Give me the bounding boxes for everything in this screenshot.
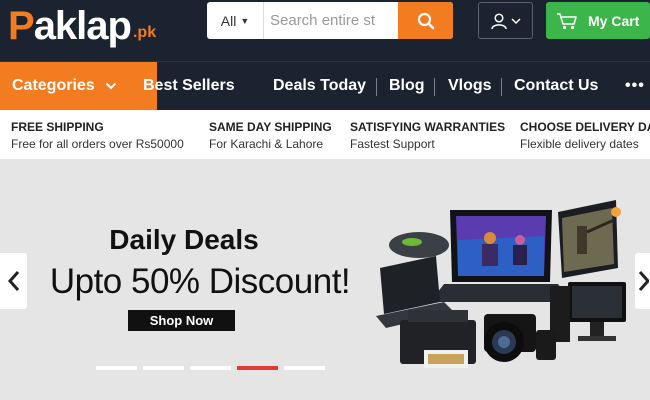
caret-down-icon: ▼ [240,15,250,26]
info-subtitle: For Karachi & Lahore [209,137,324,151]
nav-deals-today[interactable]: Deals Today [273,62,366,110]
search-button[interactable] [398,2,453,39]
carousel-dot[interactable] [284,366,325,370]
paklap-logo[interactable]: Paklap .pk [8,2,156,46]
chevron-down-icon [105,82,116,90]
search-category-label: All [220,12,237,29]
info-title: CHOOSE DELIVERY DAY [520,120,650,134]
nav-divider [501,78,502,96]
carousel-prev-button[interactable] [0,253,27,309]
carousel-indicators [96,366,325,370]
nav-more-menu[interactable]: ••• [625,62,645,110]
info-delivery-day: CHOOSE DELIVERY DAY Flexible delivery da… [520,120,650,153]
user-icon [490,12,507,29]
chevron-down-icon [510,17,521,24]
logo-text: aklap [33,4,132,48]
carousel-next-button[interactable] [635,253,650,309]
search-input[interactable] [264,2,398,39]
carousel-dot-active[interactable] [237,366,278,370]
search-category-select[interactable]: All ▼ [207,2,264,39]
info-title: SATISFYING WARRANTIES [350,120,506,134]
my-cart-button[interactable]: My Cart [546,2,650,39]
banner-title: Daily Deals [109,224,259,255]
nav-vlogs[interactable]: Vlogs [448,62,492,110]
search-icon [417,12,434,29]
cart-label: My Cart [588,12,640,29]
nav-blog[interactable]: Blog [389,62,425,110]
logo-letter: P [8,4,35,48]
carousel-dot[interactable] [190,366,231,370]
banner-subtitle: Upto 50% Discount! [49,262,351,301]
search-bar: All ▼ [207,2,453,39]
cart-icon [557,12,577,29]
chevron-left-icon [7,271,19,291]
info-free-shipping: FREE SHIPPING Free for all orders over R… [11,120,184,153]
carousel-dot[interactable] [96,366,137,370]
nav-divider [376,78,377,96]
service-info-strip: FREE SHIPPING Free for all orders over R… [0,110,650,160]
categories-menu[interactable]: Categories [0,62,157,110]
shop-now-button[interactable]: Shop Now [128,310,235,331]
categories-label: Categories [12,77,95,94]
info-subtitle: Flexible delivery dates [520,137,639,151]
nav-divider [434,78,435,96]
main-nav: Categories Best Sellers Deals Today Blog… [0,61,650,110]
chevron-right-icon [638,271,649,291]
info-subtitle: Fastest Support [350,137,435,151]
info-subtitle: Free for all orders over Rs50000 [11,137,184,151]
top-header: Paklap .pk All ▼ My Cart [0,0,650,61]
electronics-products-image [376,200,626,368]
info-same-day-shipping: SAME DAY SHIPPING For Karachi & Lahore [209,120,332,153]
carousel-dot[interactable] [143,366,184,370]
hero-banner[interactable]: Daily Deals Upto 50% Discount! Shop Now [0,160,650,400]
info-warranties: SATISFYING WARRANTIES Fastest Support [350,120,505,153]
info-title: SAME DAY SHIPPING [209,120,332,134]
logo-tld: .pk [132,24,157,41]
account-button[interactable] [478,2,533,39]
nav-contact-us[interactable]: Contact Us [514,62,598,110]
nav-best-sellers[interactable]: Best Sellers [143,62,235,110]
info-title: FREE SHIPPING [11,120,104,134]
